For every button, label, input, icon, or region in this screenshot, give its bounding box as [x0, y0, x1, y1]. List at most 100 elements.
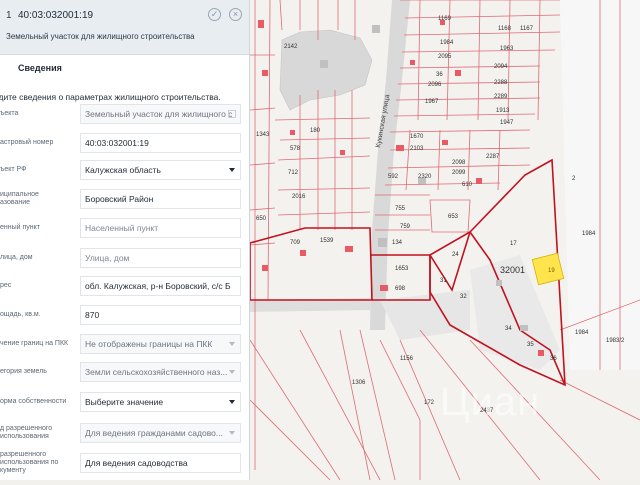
svg-text:1653: 1653	[395, 266, 409, 272]
input-field[interactable]: 40:03:032001:19	[80, 133, 241, 153]
svg-text:650: 650	[256, 216, 267, 222]
field-value: Земли сельскохозяйственного наз...	[85, 367, 228, 377]
select-field[interactable]: Земли сельскохозяйственного наз...	[80, 362, 241, 382]
svg-text:712: 712	[288, 170, 299, 176]
chevron-down-icon[interactable]	[229, 342, 235, 346]
svg-text:2095: 2095	[438, 54, 452, 60]
field-label: разрешенного использования по кументу	[0, 451, 59, 474]
field-label: ощадь, кв.м.	[0, 311, 41, 318]
input-field[interactable]: обл. Калужская, р-н Боровский, с/с Б	[80, 276, 241, 296]
svg-text:36: 36	[436, 72, 443, 78]
svg-text:2289: 2289	[494, 94, 508, 100]
svg-text:592: 592	[388, 174, 399, 180]
input-field[interactable]: Для ведения садоводства	[80, 453, 241, 473]
svg-text:2098: 2098	[452, 160, 466, 166]
svg-text:24: 24	[452, 252, 459, 258]
svg-text:180: 180	[310, 128, 321, 134]
svg-text:2016: 2016	[292, 194, 306, 200]
field-value: Для ведения гражданами садово...	[85, 428, 223, 438]
details-panel: 1 40:03:032001:19 ✓ × Земельный участок …	[0, 0, 250, 480]
field-label: лица, дом	[0, 254, 33, 261]
svg-text:2142: 2142	[284, 44, 298, 50]
svg-text:1539: 1539	[320, 238, 334, 244]
field-label: рес	[0, 282, 12, 289]
svg-text:34: 34	[505, 326, 512, 332]
svg-text:1983/2: 1983/2	[606, 338, 625, 344]
svg-text:2288: 2288	[494, 80, 508, 86]
svg-text:17: 17	[510, 241, 517, 247]
select-field[interactable]: Калужская область	[80, 160, 241, 180]
field-label: ъект РФ	[0, 166, 27, 173]
svg-text:610: 610	[462, 182, 473, 188]
svg-text:1156: 1156	[400, 356, 414, 362]
field-label: орма собственности	[0, 398, 67, 405]
svg-text:755: 755	[395, 206, 406, 212]
checkbox-icon[interactable]	[228, 110, 236, 118]
field-label: астровый номер	[0, 139, 54, 146]
input-field[interactable]: Улица, дом	[80, 248, 241, 268]
select-field[interactable]: Не отображены границы на ПКК	[80, 334, 241, 354]
section-title: Сведения	[18, 63, 62, 73]
block-label: 32001	[500, 265, 525, 275]
intro-text: едите сведения о параметрах жилищного ст…	[0, 92, 249, 102]
field-label: ъекта	[0, 110, 19, 117]
svg-text:35: 35	[527, 342, 534, 348]
svg-text:698: 698	[395, 286, 406, 292]
svg-text:1947: 1947	[500, 120, 514, 126]
svg-text:653: 653	[448, 214, 459, 220]
svg-text:1984: 1984	[440, 40, 454, 46]
field-value: Калужская область	[85, 165, 161, 175]
svg-text:1984: 1984	[582, 231, 596, 237]
watermark: Циан	[440, 380, 541, 424]
svg-text:2103: 2103	[410, 146, 424, 152]
field-value: Боровский Район	[85, 194, 154, 204]
field-label: иципальное азование	[0, 191, 39, 206]
field-label: чение границ на ПКК	[0, 340, 69, 347]
svg-text:1167: 1167	[520, 26, 534, 32]
select-field[interactable]: Для ведения гражданами садово...	[80, 423, 241, 443]
svg-text:31: 31	[440, 278, 447, 284]
field-value: 40:03:032001:19	[85, 138, 149, 148]
svg-text:759: 759	[400, 224, 411, 230]
field-value: Выберите значение	[85, 397, 164, 407]
close-icon[interactable]: ×	[229, 8, 242, 21]
input-field[interactable]: Земельный участок для жилищного с	[80, 104, 241, 124]
field-value: Не отображены границы на ПКК	[85, 339, 213, 349]
svg-text:1169: 1169	[438, 16, 452, 22]
svg-text:1168: 1168	[498, 26, 512, 32]
svg-text:1343: 1343	[256, 132, 270, 138]
svg-text:578: 578	[290, 146, 301, 152]
parcel-19-label: 19	[548, 268, 555, 274]
input-field[interactable]: 870	[80, 305, 241, 325]
svg-text:1670: 1670	[410, 134, 424, 140]
chevron-down-icon[interactable]	[229, 400, 235, 404]
intro-text-content: едите сведения о параметрах жилищного ст…	[0, 92, 221, 102]
svg-text:2320: 2320	[418, 174, 432, 180]
svg-text:172: 172	[424, 400, 435, 406]
field-value: 870	[85, 310, 100, 320]
panel-header: 1 40:03:032001:19 ✓ × Земельный участок …	[0, 0, 249, 55]
cadastral-number-title: 40:03:032001:19	[18, 10, 94, 21]
item-index: 1	[6, 10, 12, 21]
svg-text:1306: 1306	[352, 380, 366, 386]
object-type: Земельный участок для жилищного строител…	[6, 32, 195, 41]
field-label: егория земель	[0, 368, 47, 375]
svg-text:709: 709	[290, 240, 301, 246]
svg-text:1963: 1963	[500, 46, 514, 52]
svg-text:32: 32	[460, 294, 467, 300]
chevron-down-icon[interactable]	[229, 370, 235, 374]
chevron-down-icon[interactable]	[229, 431, 235, 435]
svg-text:134: 134	[392, 240, 403, 246]
svg-text:2096: 2096	[428, 82, 442, 88]
field-value: Населенный пункт	[85, 223, 159, 233]
field-value: Земельный участок для жилищного с	[85, 109, 233, 119]
chevron-down-icon[interactable]	[229, 168, 235, 172]
svg-text:2099: 2099	[452, 170, 466, 176]
field-label: енный пункт	[0, 224, 41, 231]
select-field[interactable]: Выберите значение	[80, 392, 241, 412]
input-field[interactable]: Боровский Район	[80, 189, 241, 209]
svg-text:2094: 2094	[494, 64, 508, 70]
svg-text:1967: 1967	[425, 99, 439, 105]
check-icon[interactable]: ✓	[208, 8, 221, 21]
input-field[interactable]: Населенный пункт	[80, 218, 241, 238]
